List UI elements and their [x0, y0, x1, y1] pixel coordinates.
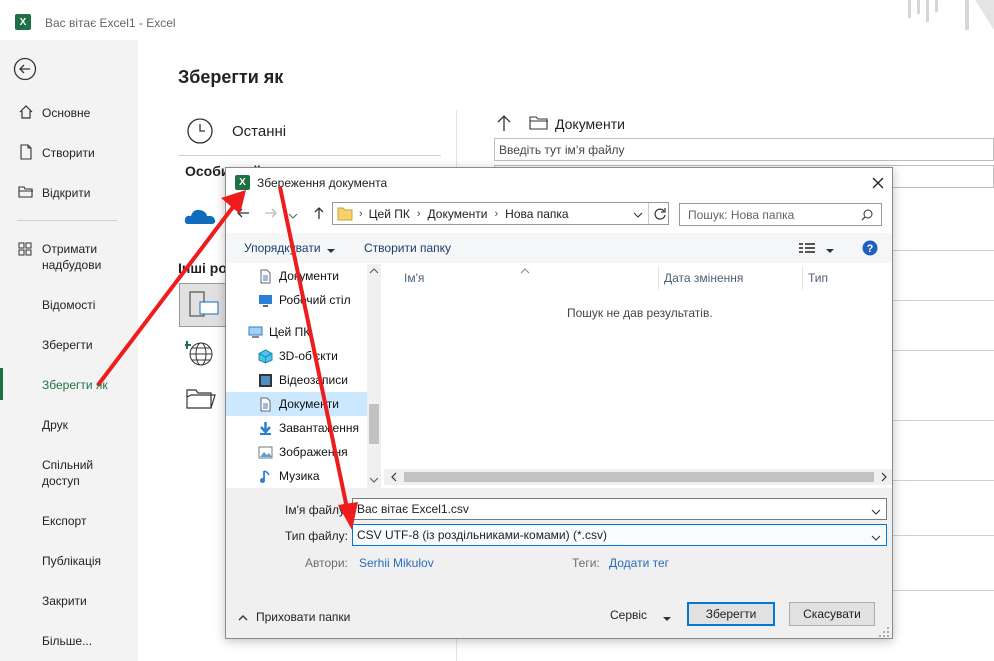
arrow-to-filetype: [278, 186, 350, 514]
arrow-to-dialog-title: [96, 201, 238, 387]
arrow-head-icon: [221, 190, 246, 214]
arrow-head-icon: [338, 502, 358, 530]
annotation-arrows: [96, 186, 358, 530]
